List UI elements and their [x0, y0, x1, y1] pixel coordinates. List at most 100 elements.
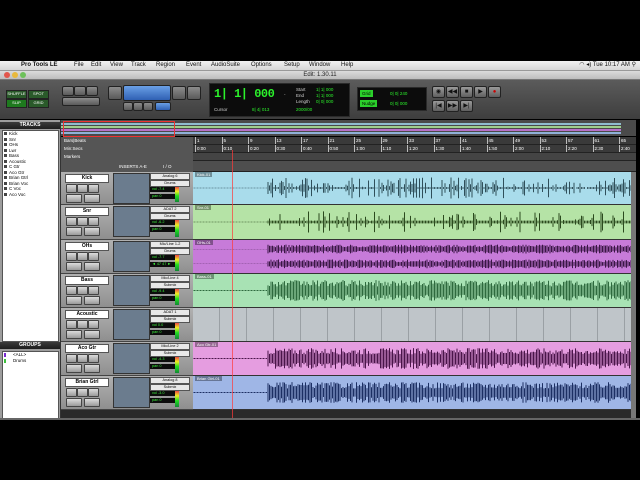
universe-overview[interactable]	[61, 120, 636, 137]
go-to-end-icon[interactable]: ▶|	[460, 100, 473, 112]
menu-clock[interactable]: Tue 10:17 AM	[593, 62, 630, 68]
playlist-selector[interactable]	[84, 364, 100, 373]
pan-readout[interactable]: pan 0	[150, 227, 176, 232]
track-name[interactable]: Brian Gtrl	[65, 378, 109, 387]
timeline-selection-ruler[interactable]	[193, 161, 636, 172]
volume-readout[interactable]: vol -6.2	[150, 220, 176, 225]
input-selector[interactable]: Mic/Line 1-2	[150, 241, 190, 248]
spotlight-icon[interactable]: ⚲	[632, 62, 636, 68]
volume-readout[interactable]: vol -4.3	[150, 357, 176, 362]
playlist-selector[interactable]	[84, 262, 100, 271]
pan-readout[interactable]: pan 0	[150, 398, 176, 403]
mode-slip-button[interactable]: SLIP	[6, 99, 27, 108]
inserts-panel[interactable]	[113, 377, 150, 408]
menu-event[interactable]: Event	[186, 61, 201, 70]
output-selector[interactable]: Drums	[150, 248, 190, 255]
mute-button[interactable]	[88, 320, 99, 329]
track-name[interactable]: Bass	[65, 276, 109, 285]
stop-icon[interactable]: ■	[460, 86, 473, 98]
nudge-value[interactable]: 0| 0| 000	[388, 100, 409, 107]
record-enable-button[interactable]	[66, 217, 77, 226]
playlist-selector[interactable]	[84, 296, 100, 305]
inserts-panel[interactable]	[113, 309, 150, 340]
inserts-panel[interactable]	[113, 275, 150, 306]
track-view-selector[interactable]	[66, 398, 82, 407]
mode-grid-button[interactable]: GRID	[28, 99, 49, 108]
inserts-panel[interactable]	[113, 241, 150, 272]
nudge-button[interactable]: Nudge	[360, 100, 378, 107]
track-view-selector[interactable]	[66, 194, 82, 203]
record-enable-button[interactable]	[66, 354, 77, 363]
solo-button[interactable]	[77, 184, 88, 193]
output-selector[interactable]: Submix	[150, 350, 190, 357]
fast-forward-icon[interactable]: ▶▶	[446, 100, 459, 112]
solo-button[interactable]	[77, 354, 88, 363]
bars-beats-ruler[interactable]: 1 5 9 13 17 21 25 29 33 37 41 45 49 53 57 61 65	[193, 137, 636, 145]
track-playlist-lane[interactable]: Aco Gtr-01	[193, 342, 636, 376]
menu-app-name[interactable]: Pro Tools LE	[21, 61, 58, 70]
link-track-icon[interactable]	[143, 102, 153, 111]
smart-tool-button[interactable]	[123, 85, 171, 101]
mute-button[interactable]	[88, 252, 99, 261]
track-playlist-lane[interactable]: OHs-01	[193, 240, 636, 274]
solo-button[interactable]	[77, 320, 88, 329]
pan-readout[interactable]: ◄ 47 47 ►	[150, 262, 176, 267]
output-selector[interactable]: Drums	[150, 213, 190, 220]
tab-to-transient-icon[interactable]	[123, 102, 133, 111]
track-playlist-lane[interactable]	[193, 308, 636, 342]
input-selector[interactable]: Mic/Line 4	[150, 275, 190, 282]
menu-view[interactable]: View	[110, 61, 123, 70]
menu-edit[interactable]: Edit	[91, 61, 101, 70]
track-header[interactable]: Bass Mic/Line 4 Submix vol -9.4 pan 0	[61, 274, 193, 308]
inserts-panel[interactable]	[113, 206, 150, 237]
track-name[interactable]: Aco Gtr	[65, 344, 109, 353]
playlist-selector[interactable]	[84, 330, 100, 339]
track-header[interactable]: Snr ADAT 2 Drums vol -6.2 pan 0	[61, 205, 193, 240]
vertical-scrollbar[interactable]	[631, 172, 636, 418]
track-header[interactable]: Aco Gtr Mic/Line 2 Submix vol -4.3 pan 0	[61, 342, 193, 376]
pan-readout[interactable]: pan 0	[150, 330, 176, 335]
menu-file[interactable]: File	[74, 61, 84, 70]
return-to-zero-icon[interactable]: |◀	[432, 100, 445, 112]
input-selector[interactable]: Analog 6	[150, 173, 190, 180]
track-list-item[interactable]: Aco Voc	[3, 192, 58, 198]
solo-button[interactable]	[77, 286, 88, 295]
track-name[interactable]: Snr	[65, 207, 109, 216]
pan-readout[interactable]: pan 0	[150, 364, 176, 369]
markers-ruler[interactable]	[193, 153, 636, 161]
rewind-icon[interactable]: ◀◀	[446, 86, 459, 98]
playlist-selector[interactable]	[84, 398, 100, 407]
min-secs-ruler[interactable]: 0:00 0:10 0:20 0:30 0:40 0:50 1:00 1:10 1:20 1:30…	[193, 145, 636, 153]
menu-options[interactable]: Options	[251, 61, 272, 70]
solo-button[interactable]	[77, 217, 88, 226]
mode-spot-button[interactable]: SPOT	[28, 90, 49, 99]
volume-readout[interactable]: vol 0.0	[150, 323, 176, 328]
main-counter[interactable]: 1| 1| 000 - Start End Length 1| 1| 000 1…	[209, 83, 350, 117]
volume-readout[interactable]: vol -7.4	[150, 187, 176, 192]
track-header[interactable]: Acoustic ADAT 1 Submix vol 0.0 pan 0	[61, 308, 193, 342]
track-view-selector[interactable]	[66, 227, 82, 236]
mute-button[interactable]	[88, 286, 99, 295]
record-enable-button[interactable]	[66, 184, 77, 193]
track-playlist-lane[interactable]: Snr-01	[193, 205, 636, 240]
mute-button[interactable]	[88, 354, 99, 363]
track-playlist-lane[interactable]: Bass-01	[193, 274, 636, 308]
track-view-selector[interactable]	[66, 330, 82, 339]
output-selector[interactable]: Submix	[150, 282, 190, 289]
tracks-list-header[interactable]: TRACKS	[0, 122, 60, 129]
track-view-selector[interactable]	[66, 364, 82, 373]
track-header[interactable]: OHs Mic/Line 1-2 Drums vol -7.7 ◄ 47 47 ►	[61, 240, 193, 274]
volume-icon[interactable]: ◂)	[586, 62, 591, 68]
record-enable-button[interactable]	[66, 388, 77, 397]
volume-readout[interactable]: vol -7.7	[150, 255, 176, 260]
menu-region[interactable]: Region	[156, 61, 175, 70]
mute-button[interactable]	[88, 184, 99, 193]
track-playlist-lane[interactable]: Kick-01	[193, 172, 636, 205]
input-selector[interactable]: Analog 8	[150, 377, 190, 384]
group-list-item[interactable]: Drums	[3, 358, 58, 364]
playlist-selector[interactable]	[84, 227, 100, 236]
menu-track[interactable]: Track	[131, 61, 146, 70]
pan-readout[interactable]: pan 0	[150, 194, 176, 199]
record-icon[interactable]: ●	[488, 86, 501, 98]
length-value[interactable]: 0| 0| 000	[316, 99, 333, 104]
